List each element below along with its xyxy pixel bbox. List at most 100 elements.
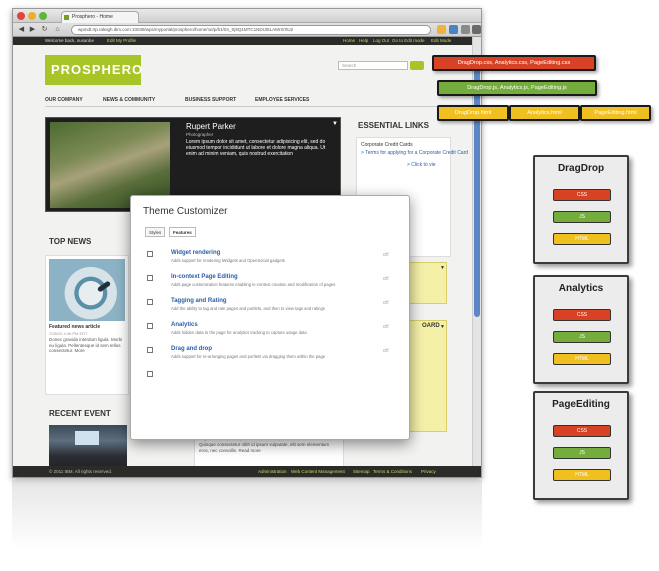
back-arrow-icon[interactable]: ◀ [17,25,26,34]
footer-link-wcm[interactable]: Web Content Management [291,468,345,476]
zoom-window-button[interactable] [39,12,47,20]
event-projector-screen [75,431,99,445]
top-link-home[interactable]: Home [343,37,355,45]
top-link-help[interactable]: Help [359,37,368,45]
module-box-pageediting: PageEditing CSS JS HTML [533,391,629,500]
extension-icon[interactable] [449,25,458,34]
theme-customizer-dialog: Theme Customizer Styles Features Widget … [130,195,410,440]
star-icon[interactable] [437,25,446,34]
chain-link-icon [96,280,112,293]
footer-link-administration[interactable]: Administration [258,468,287,476]
feature-checkbox[interactable] [147,323,153,329]
feature-checkbox[interactable] [147,347,153,353]
top-link-go-to-edit[interactable]: Go to Edit mode [392,37,425,45]
module-js-chip: JS [553,211,611,223]
home-icon[interactable]: ⌂ [53,25,62,34]
feed-text: Quisque consectetur nibh id ipsum vulput… [199,442,330,453]
news-headline[interactable]: Featured news article [49,324,100,330]
top-news-title: TOP NEWS [49,237,92,246]
module-html-chip: HTML [553,353,611,365]
feature-name[interactable]: Tagging and Rating [171,298,227,304]
feature-name[interactable]: Drag and drop [171,346,212,352]
module-title: DragDrop [557,163,605,174]
html-bundle-dragdrop: DragDrop.html [437,105,509,121]
sticky-board-title: OARD [422,323,440,329]
portal-page: Welcome back, susanbe Edit My Profile Ho… [13,37,481,477]
essential-links-title: ESSENTIAL LINKS [358,121,429,130]
wrench-icon[interactable] [472,25,481,34]
news-date: 7/28/10 4:46 PM EDT [49,331,88,336]
css-bundle-bar: DragDrop.css, Analytics.css, PageEditing… [432,55,596,71]
hero-menu-caret-icon[interactable]: ▼ [332,121,338,127]
feature-description: Adds support for rendering iWidgets and … [171,258,285,263]
nav-our-company[interactable]: OUR COMPANY [45,93,83,107]
footer-copyright: © 2011 IBM. All rights reserved. [49,469,113,474]
feature-row-tagging-rating: Tagging and Rating Add the ability to ta… [147,298,397,320]
feature-name[interactable]: Analytics [171,322,198,328]
module-html-chip: HTML [553,233,611,245]
essential-link-view[interactable]: > Click to vie [407,162,435,169]
page-menu-icon[interactable] [461,25,470,34]
footer-link-privacy[interactable]: Privacy [421,468,436,476]
sticky-caret-icon[interactable]: ▼ [440,265,445,271]
feature-row-page-editing: In-context Page Editing Adds page custom… [147,274,397,296]
tab-styles[interactable]: Styles [145,227,166,237]
search-input[interactable]: Search [338,61,408,70]
page-footer: © 2011 IBM. All rights reserved. Adminis… [13,466,481,477]
window-reflection [12,480,482,550]
feature-description: Adds hidden data to the page for analyti… [171,330,307,335]
utility-bar: Welcome back, susanbe Edit My Profile Ho… [13,37,481,45]
favicon-icon [64,15,69,20]
reload-icon[interactable]: ↻ [40,25,49,34]
feature-status: Off [383,252,389,257]
forward-arrow-icon[interactable]: ▶ [28,25,37,34]
tab-features[interactable]: Features [169,227,196,237]
essential-link-heading: Corporate Credit Cards [361,142,413,148]
page-scrollbar-thumb[interactable] [474,57,480,317]
edit-profile-link[interactable]: Edit My Profile [107,37,136,45]
html-bundle-pageediting: PageEditing.html [580,105,651,121]
top-news-card: Featured news article 7/28/10 4:46 PM ED… [45,255,129,395]
top-link-edit-mode[interactable]: Edit Mode [431,37,451,45]
feature-checkbox[interactable] [147,251,153,257]
nav-business-support[interactable]: BUSINESS SUPPORT [185,93,236,107]
search-button[interactable] [410,61,424,70]
feature-checkbox[interactable] [147,299,153,305]
feature-status: Off [383,348,389,353]
browser-window: Prosphero - Home ◀ ▶ ↻ ⌂ wpmdt.rtp.ralei… [12,8,482,478]
module-css-chip: CSS [553,425,611,437]
module-title: PageEditing [552,399,610,410]
essential-link-terms[interactable]: > Terms for applying for a Corporate Cre… [361,150,468,157]
feature-name[interactable]: In-context Page Editing [171,274,238,280]
footer-link-terms[interactable]: Terms & Conditions [373,468,412,476]
footer-link-sitemap[interactable]: Sitemap [353,468,370,476]
feature-name[interactable]: Widget rendering [171,250,220,256]
module-css-chip: CSS [553,309,611,321]
address-bar[interactable]: wpmdt.rtp.raleigh.ibm.com:10039/wps/mypo… [71,25,431,35]
feature-row-drag-drop: Drag and drop Adds support for re-arrang… [147,346,397,368]
close-window-button[interactable] [17,12,25,20]
dialog-title: Theme Customizer [143,206,228,217]
feature-checkbox[interactable] [147,275,153,281]
minimize-window-button[interactable] [28,12,36,20]
prosphero-logo[interactable]: PROSPHERO [45,55,142,85]
top-link-logout[interactable]: Log Out [373,37,389,45]
feature-status: Off [383,324,389,329]
feature-checkbox-extra[interactable] [147,371,153,377]
browser-titlebar: Prosphero - Home [13,9,481,23]
feature-row-widget-rendering: Widget rendering Adds support for render… [147,250,397,272]
news-summary: Donec gravida interdum ligula. Morbi eu … [49,337,123,353]
sticky-board-caret-icon[interactable]: ▼ [440,324,445,330]
hero-role: Photographer [186,132,214,137]
feature-status: Off [383,300,389,305]
browser-tab[interactable]: Prosphero - Home [61,11,139,23]
nav-employee-services[interactable]: EMPLOYEE SERVICES [255,93,309,107]
module-css-chip: CSS [553,189,611,201]
hero-text: Lorem ipsum dolor sit amet, consectetur … [186,139,326,157]
hero-name: Rupert Parker [186,122,236,131]
feature-description: Adds support for re-arranging pages and … [171,354,326,359]
browser-tab-title: Prosphero - Home [72,14,113,20]
nav-news-community[interactable]: NEWS & COMMUNITY [103,93,155,107]
module-html-chip: HTML [553,469,611,481]
module-js-chip: JS [553,331,611,343]
